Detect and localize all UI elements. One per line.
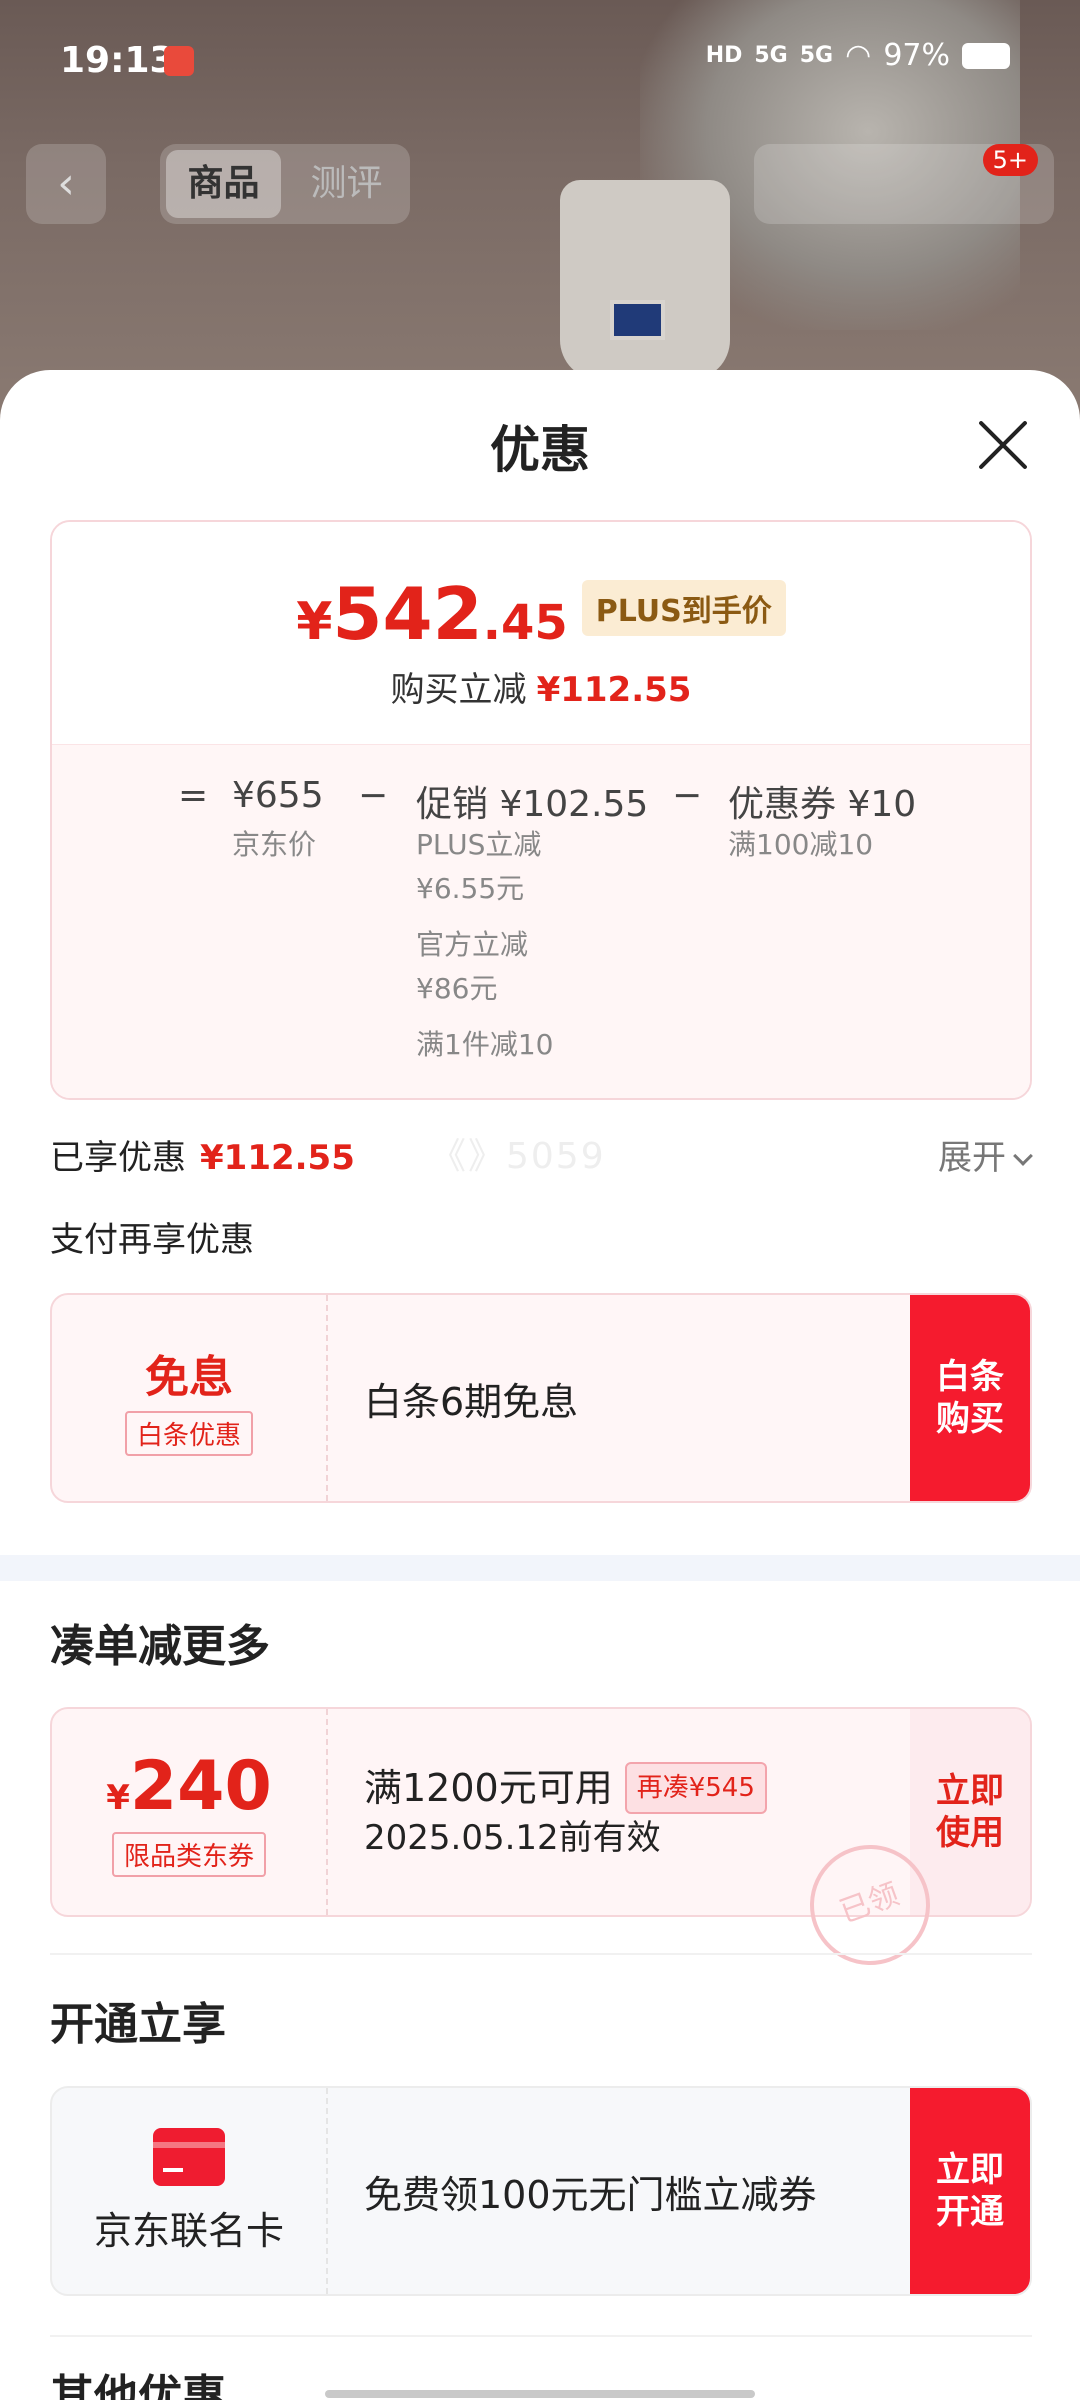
coupon-category-tag: 限品类东券: [111, 1832, 266, 1877]
jd-price-label: 京东价: [232, 828, 317, 861]
status-bar: 19:13 HD 5G 5G ◠ 97%: [0, 0, 1080, 120]
promo-item: 官方立减: [416, 928, 529, 961]
price-currency: ¥: [296, 592, 333, 652]
jd-card-desc-text: 免费领100元无门槛立减券: [364, 2172, 817, 2217]
divider-line: [50, 1953, 1032, 1955]
save-line: 购买立减 ¥112.55: [52, 662, 1030, 711]
enjoyed-discount: 已享优惠 ¥112.55: [50, 1130, 355, 1179]
minus-sign-1: −: [358, 775, 389, 816]
tab-review[interactable]: 测评: [289, 150, 404, 218]
bundle-section-title: 凑单减更多: [50, 1621, 270, 1672]
message-badge: 5+: [982, 144, 1038, 176]
wifi-icon: ◠: [845, 38, 872, 73]
enjoyed-label: 已享优惠: [50, 1138, 186, 1178]
battery-percent: 97%: [883, 38, 950, 73]
baitiao-badge: 免息 白条优惠: [52, 1295, 328, 1501]
coupon-value: ¥ 240: [106, 1747, 272, 1826]
enjoyed-amount: ¥112.55: [200, 1138, 355, 1178]
baitiao-desc: 白条6期免息: [328, 1295, 910, 1501]
price-decimal: .45: [482, 595, 568, 651]
baitiao-offer-card[interactable]: 免息 白条优惠 白条6期免息 白条购买: [50, 1293, 1032, 1503]
tab-switcher: 商品 测评: [160, 144, 410, 224]
coupon-condition: 满1200元可用: [364, 1766, 613, 1810]
expand-label: 展开: [938, 1138, 1006, 1178]
baitiao-buy-button[interactable]: 白条购买: [910, 1295, 1030, 1501]
sheet-title: 优惠: [490, 421, 590, 479]
final-price: ¥ 542 .45 PLUS到手价: [52, 572, 1030, 656]
chevron-down-icon: [1013, 1146, 1033, 1166]
jd-price: ¥655: [232, 775, 324, 816]
open-now-button[interactable]: 立即开通: [910, 2088, 1030, 2294]
tab-product[interactable]: 商品: [166, 150, 281, 218]
promo-item: 满1件减10: [416, 1028, 554, 1061]
status-time: 19:13: [60, 40, 175, 81]
divider-line-2: [50, 2335, 1032, 2337]
right-tools[interactable]: 5+: [754, 144, 1054, 224]
price-breakdown-card: ¥ 542 .45 PLUS到手价 购买立减 ¥112.55 = ¥655 京东价…: [50, 520, 1032, 1100]
coupon-desc: 满100减10: [728, 828, 874, 861]
save-amount: ¥112.55: [536, 670, 692, 710]
plus-price-tag: PLUS到手价: [581, 580, 786, 636]
promo-item: ¥6.55元: [416, 872, 525, 905]
battery-icon: [962, 42, 1010, 69]
home-indicator[interactable]: [325, 2390, 755, 2398]
price-integer: 542: [332, 572, 483, 656]
signal-5g-icon: 5G: [754, 43, 788, 68]
hd-icon: HD: [705, 43, 743, 68]
status-indicators: HD 5G 5G ◠ 97%: [706, 38, 1010, 73]
minus-sign-2: −: [672, 775, 703, 816]
jd-card-badge: 京东联名卡: [52, 2088, 328, 2294]
coupon-value-area: ¥ 240 限品类东券: [52, 1709, 328, 1915]
jd-card-name: 京东联名卡: [93, 2208, 284, 2253]
close-icon[interactable]: [976, 418, 1030, 472]
signal-5g-icon-2: 5G: [799, 43, 834, 68]
notification-app-icon: [164, 46, 194, 76]
pay-section-title: 支付再享优惠: [50, 1220, 254, 1260]
other-section-title: 其他优惠: [50, 2371, 226, 2400]
save-label: 购买立减: [390, 670, 527, 710]
equals-sign: =: [178, 775, 209, 816]
promo-amount: 促销 ¥102.55: [416, 784, 649, 825]
promo-item: PLUS立减: [416, 828, 542, 861]
open-section-title: 开通立享: [50, 1999, 226, 2050]
baitiao-tag: 白条优惠: [124, 1410, 253, 1456]
discount-sheet: 优惠 ¥ 542 .45 PLUS到手价 购买立减 ¥112.55 = ¥655 …: [0, 370, 1080, 2400]
jd-card-offer[interactable]: 京东联名卡 免费领100元无门槛立减券 立即开通: [50, 2086, 1032, 2296]
interest-free-label: 免息: [145, 1351, 233, 1403]
use-now-button[interactable]: 立即使用: [910, 1709, 1030, 1915]
watermark: 《》5059: [430, 1136, 606, 1177]
product-logo-image: [610, 300, 665, 340]
top-navigation: ‹ 商品 测评 5+: [0, 140, 1080, 230]
coupon-condition-row: 满1200元可用 再凑¥545: [364, 1762, 910, 1814]
coupon-amount: 优惠券 ¥10: [728, 784, 917, 825]
expand-button[interactable]: 展开: [938, 1130, 1033, 1179]
section-divider: [0, 1555, 1080, 1581]
back-button[interactable]: ‹: [26, 144, 106, 224]
price-calculation: = ¥655 京东价 − 促销 ¥102.55 PLUS立减 ¥6.55元 官方…: [52, 744, 1030, 1098]
more-needed-tag: 再凑¥545: [624, 1762, 767, 1814]
baitiao-desc-text: 白条6期免息: [364, 1379, 579, 1424]
coupon-number: 240: [129, 1747, 272, 1826]
coupon-currency: ¥: [106, 1778, 130, 1818]
jd-card-desc: 免费领100元无门槛立减券: [328, 2088, 910, 2294]
promo-item: ¥86元: [416, 972, 498, 1005]
final-price-area: ¥ 542 .45 PLUS到手价 购买立减 ¥112.55: [52, 522, 1030, 742]
coupon-expiry: 2025.05.12前有效: [364, 1818, 661, 1858]
credit-card-icon: [153, 2127, 225, 2186]
